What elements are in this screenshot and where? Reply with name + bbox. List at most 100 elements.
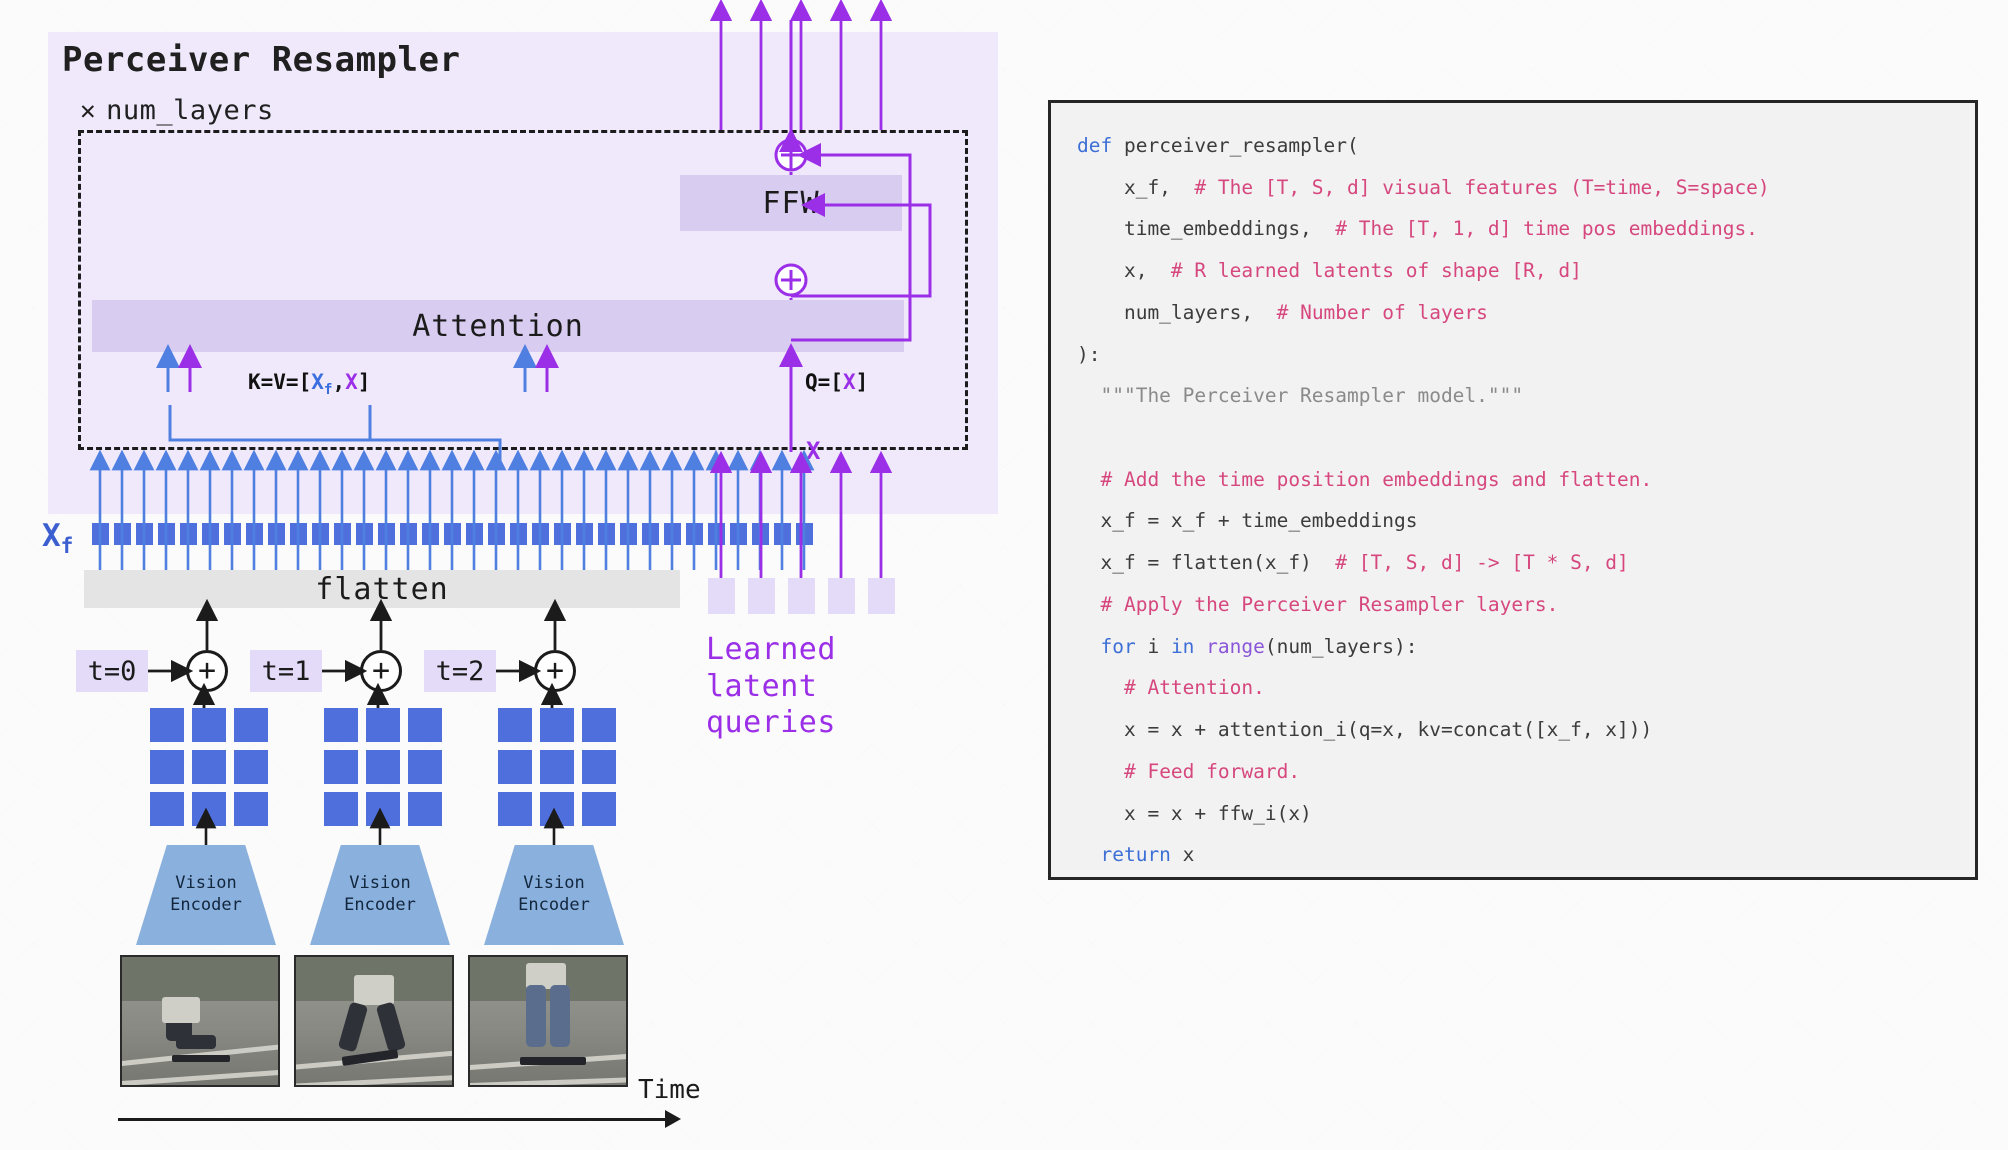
code-line: x, # R learned latents of shape [R, d]	[1077, 250, 1949, 292]
flattened-token	[576, 523, 593, 545]
code-line: x_f, # The [T, S, d] visual features (T=…	[1077, 167, 1949, 209]
code-token: # [T, S, d] -> [T * S, d]	[1335, 551, 1629, 575]
flattened-token	[664, 523, 681, 545]
feature-cell	[192, 792, 226, 826]
flattened-token	[378, 523, 395, 545]
time-axis-arrow-icon	[665, 1110, 681, 1128]
flattened-token	[444, 523, 461, 545]
latent-query-box	[708, 578, 735, 614]
code-token: x	[1182, 843, 1195, 867]
flattened-token	[532, 523, 549, 545]
flattened-token	[92, 523, 109, 545]
feature-cell	[498, 708, 532, 742]
code-token: x = x + attention_i(q=x, kv=concat([x_f,…	[1077, 718, 1653, 742]
video-frame-0	[120, 955, 280, 1087]
vision-encoder-line: Encoder	[518, 895, 590, 915]
code-line: x = x + ffw_i(x)	[1077, 793, 1949, 835]
flattened-token	[730, 523, 747, 545]
code-line: def perceiver_resampler(	[1077, 125, 1949, 167]
code-token: # The [T, 1, d] time pos embeddings.	[1335, 217, 1758, 241]
code-token: num_layers,	[1077, 300, 1277, 324]
code-line: num_layers, # Number of layers	[1077, 292, 1949, 334]
code-line: # Add the time position embeddings and f…	[1077, 459, 1949, 501]
time-chip-2: t=2	[424, 650, 496, 692]
flattened-token	[708, 523, 725, 545]
learned-latent-line: latent	[706, 668, 818, 704]
flattened-token	[554, 523, 571, 545]
feature-cell	[192, 750, 226, 784]
flattened-token	[334, 523, 351, 545]
flattened-token	[752, 523, 769, 545]
feature-cell	[234, 708, 268, 742]
feature-cell	[582, 708, 616, 742]
code-token: # Number of layers	[1276, 300, 1488, 324]
flattened-token	[400, 523, 417, 545]
feature-cell	[408, 792, 442, 826]
code-token: (num_layers):	[1264, 634, 1418, 658]
code-line: x = x + attention_i(q=x, kv=concat([x_f,…	[1077, 709, 1949, 751]
vision-encoder-line: Vision	[175, 873, 237, 894]
flattened-token	[136, 523, 153, 545]
feature-cell	[324, 708, 358, 742]
code-line: """The Perceiver Resampler model."""	[1077, 375, 1949, 417]
code-token: range	[1206, 634, 1265, 658]
flattened-token	[796, 523, 813, 545]
feature-grid-1	[324, 708, 442, 826]
feature-cell	[582, 750, 616, 784]
learned-latent-line: Learned	[706, 632, 836, 667]
num-layers-annotation: ✕ num_layers	[80, 95, 274, 126]
code-token: x_f = flatten(x_f)	[1077, 551, 1336, 575]
code-token: # Attention.	[1123, 676, 1265, 700]
feature-cell	[150, 792, 184, 826]
flattened-token	[224, 523, 241, 545]
video-frame-2	[468, 955, 628, 1087]
feature-cell	[324, 792, 358, 826]
flattened-token	[488, 523, 505, 545]
code-token: x_f,	[1077, 175, 1195, 199]
flattened-token	[422, 523, 439, 545]
add-icon-0: +	[186, 650, 228, 692]
code-token: ):	[1077, 342, 1101, 366]
code-token: perceiver_resampler(	[1123, 134, 1359, 157]
code-token: def	[1077, 134, 1124, 157]
vision-encoder-line: Vision	[349, 873, 411, 894]
code-token: # Add the time position embeddings and f…	[1100, 467, 1653, 491]
flattened-token	[312, 523, 329, 545]
attention-block: Attention	[92, 300, 904, 352]
vision-encoder-2: Vision Encoder	[484, 845, 624, 945]
q-label: Q=[X]	[805, 370, 869, 394]
code-token: in	[1170, 634, 1207, 658]
feature-cell	[234, 792, 268, 826]
flattened-token	[466, 523, 483, 545]
xf-label: Xf	[42, 518, 74, 559]
learned-latent-line: queries	[706, 705, 836, 741]
flattened-token	[246, 523, 263, 545]
code-line: ):	[1077, 334, 1949, 376]
vision-encoder-line: Vision	[523, 873, 585, 894]
latent-query-box	[788, 578, 815, 614]
flattened-token	[686, 523, 703, 545]
code-token: """The Perceiver Resampler model."""	[1077, 384, 1524, 408]
code-line: for i in range(num_layers):	[1077, 626, 1949, 668]
page-title: Perceiver Resampler	[62, 40, 461, 80]
flatten-block: flatten	[84, 570, 680, 608]
feature-cell	[540, 708, 574, 742]
flattened-token	[202, 523, 219, 545]
latent-query-box	[828, 578, 855, 614]
feature-cell	[150, 750, 184, 784]
feature-cell	[498, 750, 532, 784]
kv-label: K=V=[Xf,X]	[248, 370, 371, 399]
learned-latent-queries-strip	[708, 578, 895, 614]
feature-cell	[540, 750, 574, 784]
code-token: time_embeddings,	[1077, 217, 1336, 241]
learned-latent-queries-label: Learned latent queries	[706, 632, 836, 742]
feature-cell	[366, 750, 400, 784]
feature-cell	[150, 708, 184, 742]
flattened-token	[180, 523, 197, 545]
